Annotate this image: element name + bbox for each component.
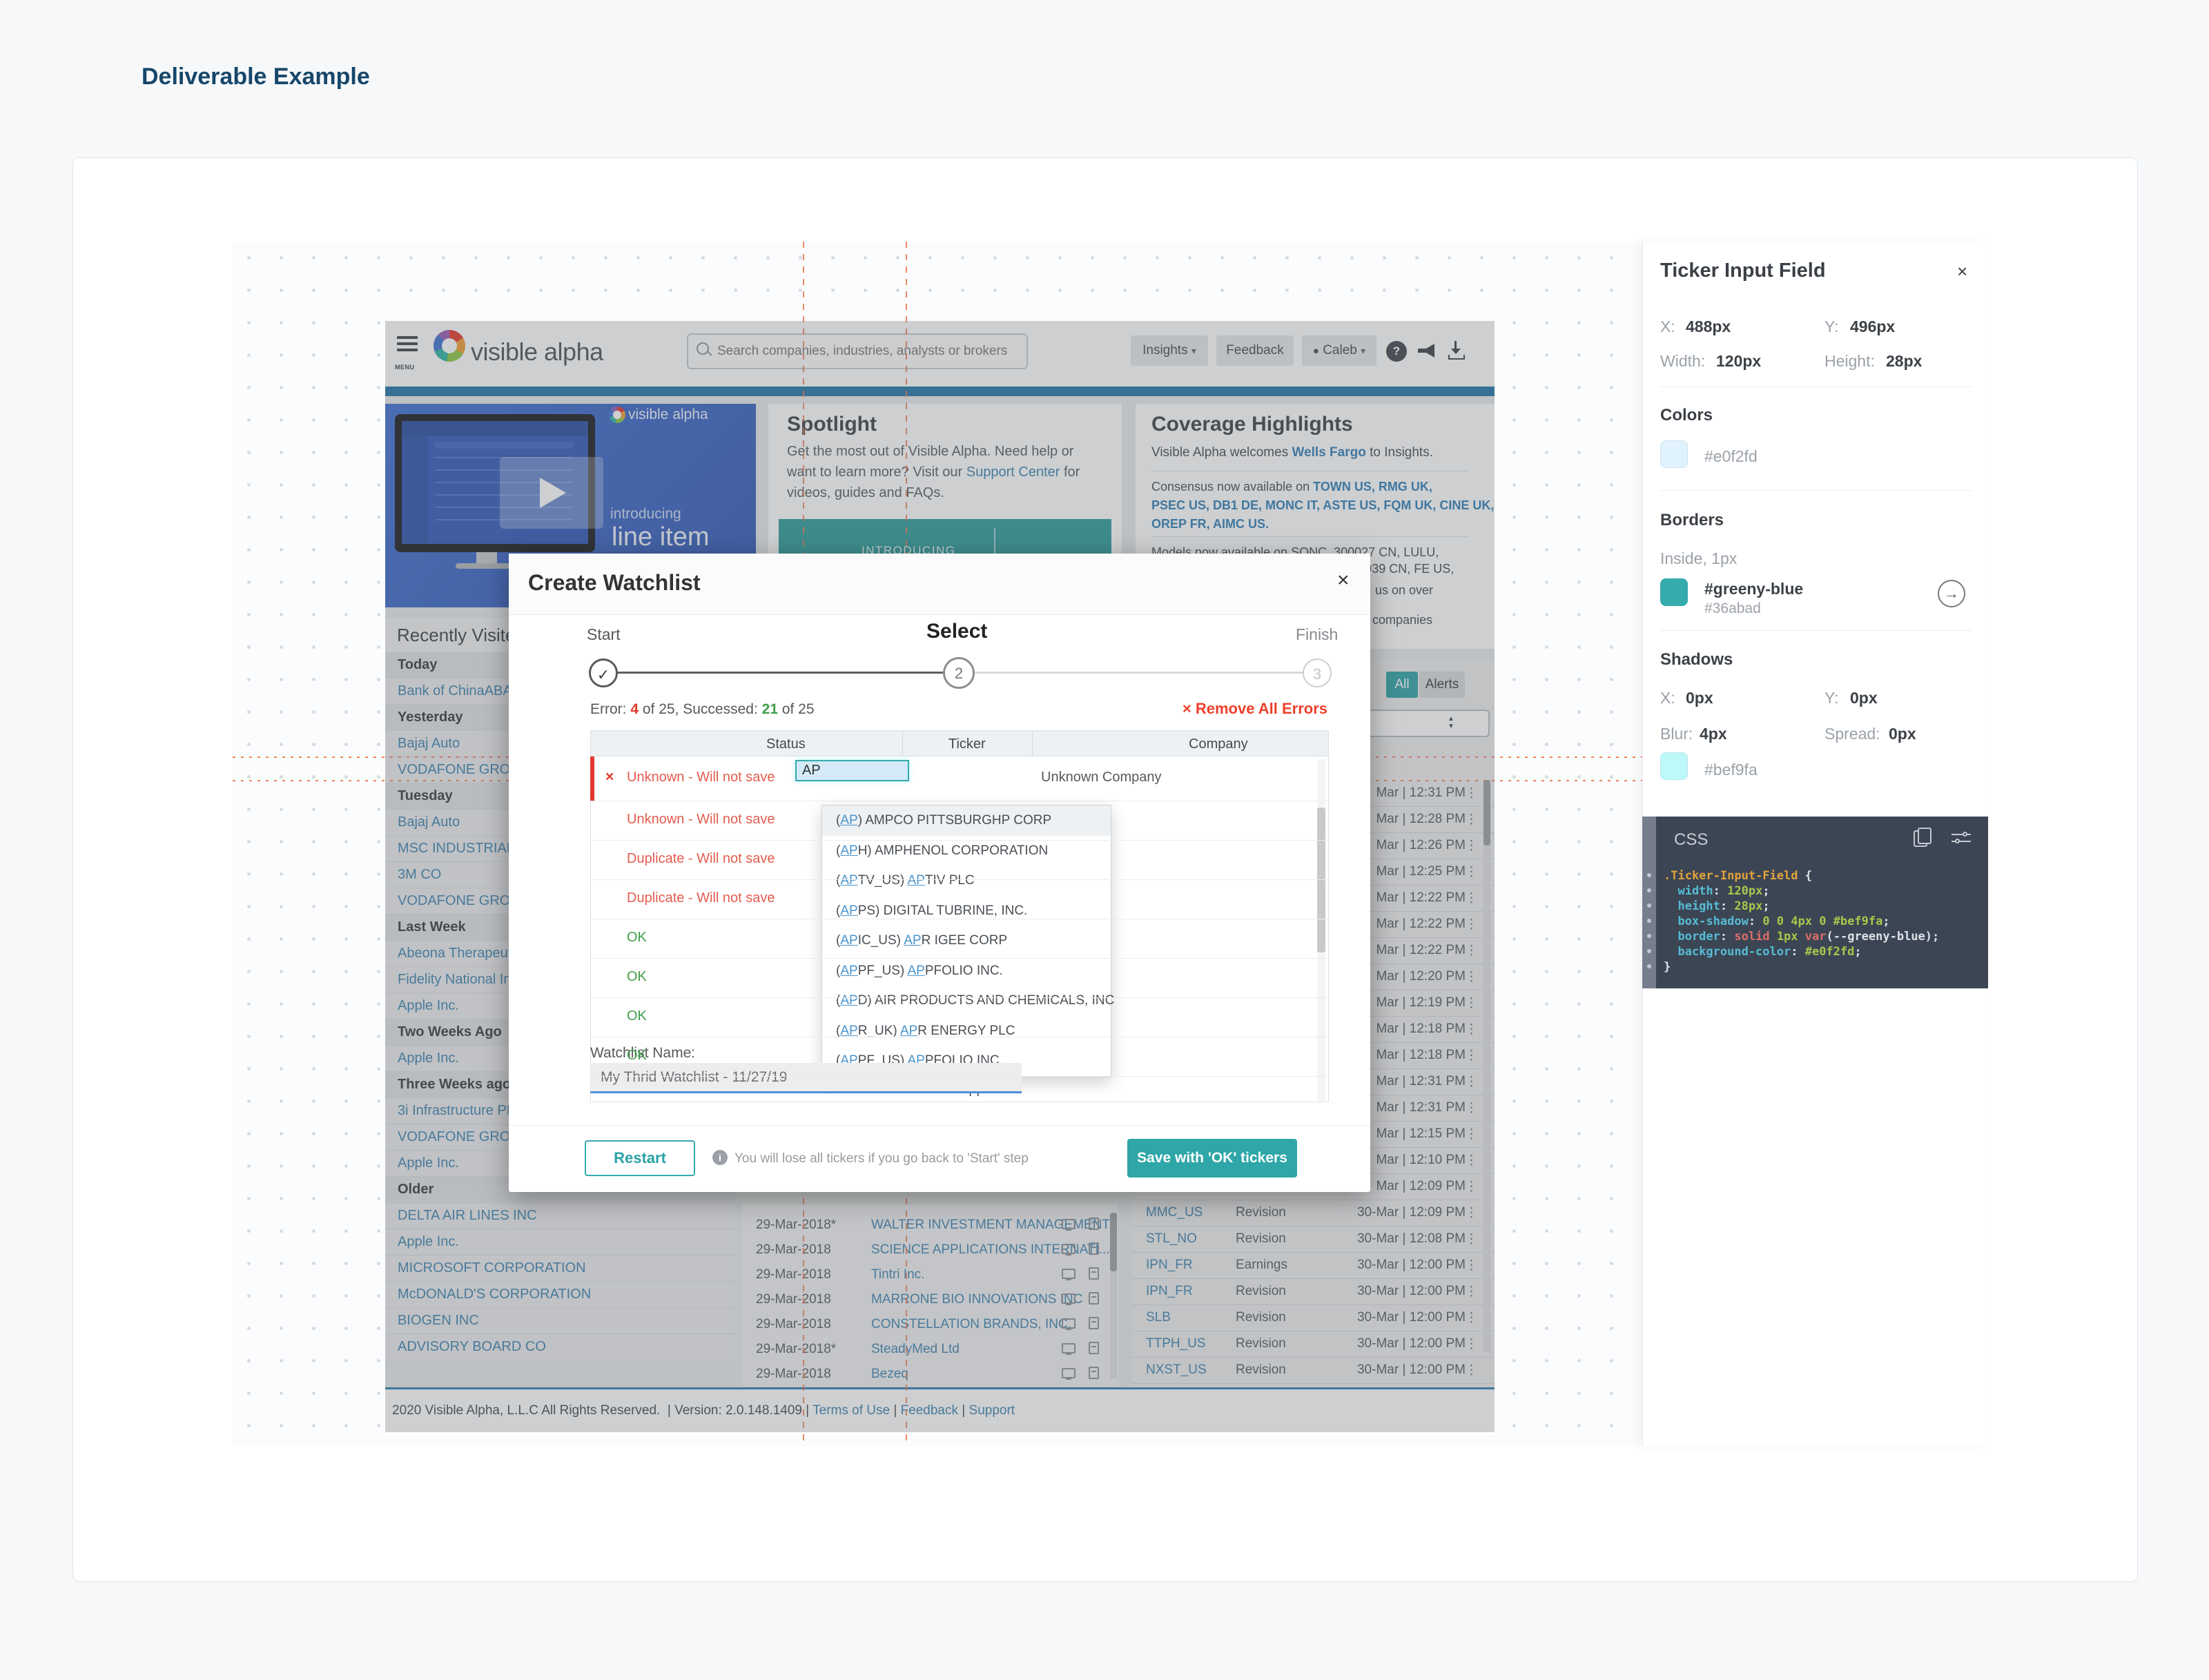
- col-status: Status: [766, 736, 806, 752]
- css-code-line: height: 28px;: [1664, 899, 1770, 913]
- x-label: X:: [1660, 318, 1675, 336]
- css-code-line: }: [1664, 960, 1671, 974]
- table-row: OK: [590, 1037, 1329, 1077]
- save-ok-tickers-button[interactable]: Save with 'OK' tickers: [1127, 1139, 1297, 1178]
- shadow-color-swatch[interactable]: [1660, 752, 1688, 780]
- css-code-line: background-color: #e0f2fd;: [1664, 945, 1862, 959]
- modal-titlebar: Create Watchlist ×: [509, 554, 1370, 615]
- status-text: Duplicate - Will not save: [627, 851, 775, 867]
- y-value: 496px: [1850, 318, 1895, 336]
- border-color-hex: #36abad: [1704, 600, 1761, 617]
- border-color-swatch[interactable]: [1660, 578, 1688, 606]
- ticker-input-field[interactable]: [795, 760, 909, 781]
- css-code-line: border: solid 1px var(--greeny-blue);: [1664, 930, 1939, 944]
- company-text: Unknown Company: [1041, 770, 1162, 785]
- table-row: Unknown - Will not save: [590, 801, 1329, 841]
- step-select-label: Select: [926, 620, 987, 643]
- remove-all-errors-button[interactable]: × Remove All Errors: [1183, 700, 1327, 718]
- table-row: Duplicate - Will not save: [590, 879, 1329, 919]
- shadow-color-hex: #bef9fa: [1704, 761, 1758, 779]
- step-finish-circle[interactable]: 3: [1303, 658, 1332, 687]
- status-text: OK: [627, 1048, 647, 1064]
- x-value: 488px: [1686, 318, 1731, 336]
- css-panel: CSS .Ticker-Input-Field { width: 120px; …: [1642, 817, 1988, 988]
- shadows-heading: Shadows: [1660, 650, 1733, 670]
- step-finish-label: Finish: [1296, 625, 1338, 644]
- error-summary: Error: 4 of 25, Successed: 21 of 25: [590, 701, 815, 718]
- table-row: OK: [590, 997, 1329, 1037]
- create-watchlist-modal: Create Watchlist × Start Select Finish ✓…: [509, 554, 1370, 1192]
- arrow-right-icon[interactable]: →: [1938, 580, 1965, 607]
- error-bar: [590, 756, 594, 801]
- page: Deliverable Example MENU visible alpha I…: [0, 0, 2209, 1680]
- status-text: Unknown - Will not save: [627, 812, 775, 828]
- close-icon[interactable]: ×: [1337, 569, 1350, 592]
- blur-value: 4px: [1700, 725, 1727, 743]
- shadow-x-label: X:: [1660, 689, 1675, 707]
- css-code-line: .Ticker-Input-Field {: [1664, 869, 1812, 883]
- css-code-line: box-shadow: 0 0 4px 0 #bef9fa;: [1664, 915, 1890, 928]
- shadow-x-value: 0px: [1686, 689, 1713, 707]
- step-select-circle[interactable]: 2: [943, 657, 975, 689]
- shadow-y-label: Y:: [1824, 689, 1838, 707]
- blur-label: Blur:: [1660, 725, 1693, 743]
- col-company: Company: [1189, 736, 1248, 752]
- modal-title: Create Watchlist: [528, 570, 701, 596]
- width-label: Width:: [1660, 352, 1705, 371]
- page-title: Deliverable Example: [142, 64, 370, 90]
- table-row: Duplicate - Will not save: [590, 840, 1329, 880]
- height-label: Height:: [1824, 352, 1875, 371]
- col-ticker: Ticker: [948, 736, 986, 752]
- status-text: Duplicate - Will not save: [627, 890, 775, 906]
- x-icon: ×: [605, 769, 614, 785]
- css-code: .Ticker-Input-Field { width: 120px; heig…: [1642, 817, 1988, 988]
- inspector-title: Ticker Input Field: [1660, 260, 1826, 282]
- table-row: OK: [590, 958, 1329, 998]
- table-row: OK: [590, 919, 1329, 959]
- info-icon: i: [712, 1150, 728, 1165]
- css-code-line: width: 120px;: [1664, 884, 1770, 898]
- fill-color-hex: #e0f2fd: [1704, 447, 1758, 466]
- warning-text: You will lose all tickers if you go back…: [734, 1151, 1029, 1166]
- table-row-error: × Unknown - Will not save Unknown Compan…: [590, 756, 1329, 801]
- y-label: Y:: [1824, 318, 1838, 336]
- height-value: 28px: [1886, 352, 1922, 371]
- width-value: 120px: [1716, 352, 1761, 371]
- border-color-name: #greeny-blue: [1704, 580, 1803, 598]
- step-start-circle[interactable]: ✓: [589, 658, 618, 687]
- restart-button[interactable]: Restart: [585, 1140, 695, 1176]
- spread-label: Spread:: [1824, 725, 1880, 743]
- border-position: Inside, 1px: [1660, 549, 1737, 568]
- status-text: OK: [627, 930, 647, 946]
- x-icon: ×: [1183, 700, 1191, 717]
- colors-heading: Colors: [1660, 406, 1713, 425]
- spread-value: 0px: [1889, 725, 1916, 743]
- fill-color-swatch[interactable]: [1660, 440, 1688, 468]
- borders-heading: Borders: [1660, 511, 1724, 530]
- status-text: Unknown - Will not save: [627, 770, 775, 785]
- step-start-label: Start: [587, 625, 621, 644]
- close-icon[interactable]: ×: [1957, 261, 1967, 282]
- table-header: Status Ticker Company: [590, 730, 1329, 756]
- status-text: OK: [627, 969, 647, 985]
- shadow-y-value: 0px: [1850, 689, 1878, 707]
- status-text: OK: [627, 1008, 647, 1024]
